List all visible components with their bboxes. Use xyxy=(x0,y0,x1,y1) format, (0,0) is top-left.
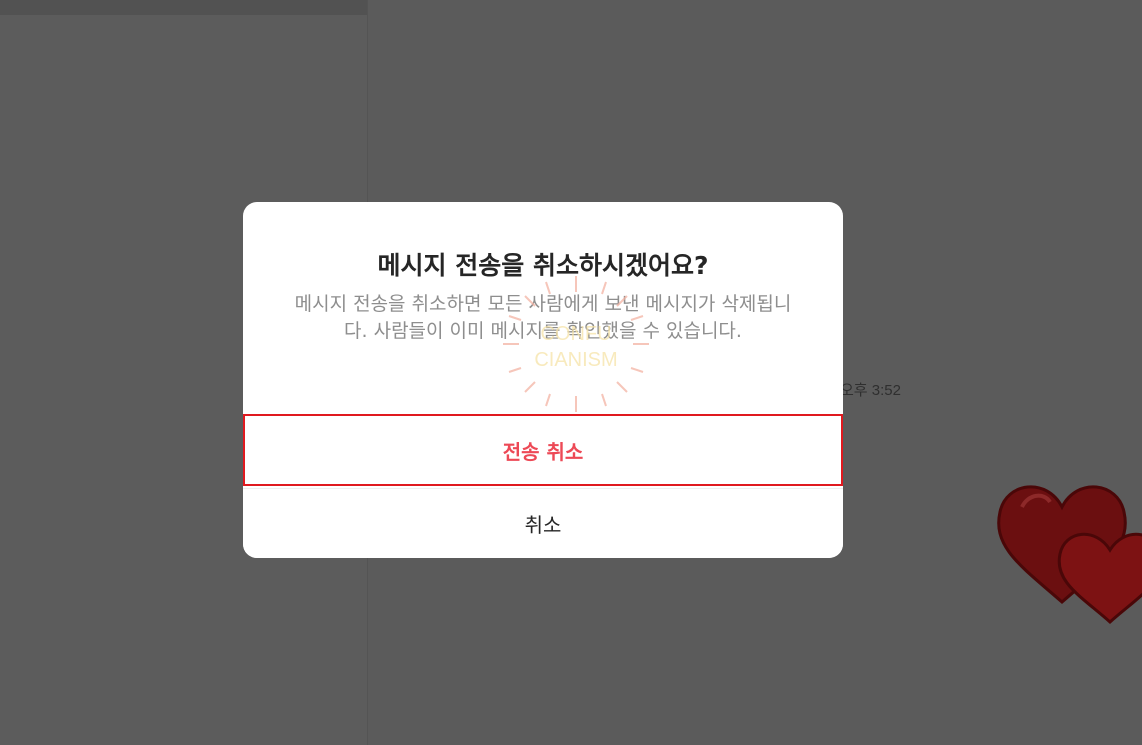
message-timestamp: 오후 3:52 xyxy=(840,382,901,399)
cancel-button[interactable]: 취소 xyxy=(243,488,843,558)
dialog-message: 메시지 전송을 취소하면 모든 사람에게 보낸 메시지가 삭제됩니다. 사람들이… xyxy=(294,293,792,342)
watermark-line2: CIANISM xyxy=(534,349,617,371)
left-panel-header xyxy=(0,0,367,15)
dialog-title: 메시지 전송을 취소하시겠어요? xyxy=(377,251,709,280)
unsend-button[interactable]: 전송 취소 xyxy=(243,414,843,486)
app-window: 오후 3:52 메시지 전송을 취소하시겠어요? 메시지 전송을 취소하면 모든… xyxy=(0,0,1142,745)
unsend-dialog: 메시지 전송을 취소하시겠어요? 메시지 전송을 취소하면 모든 사람에게 보낸… xyxy=(243,202,843,558)
hearts-sticker-icon xyxy=(997,485,1142,625)
